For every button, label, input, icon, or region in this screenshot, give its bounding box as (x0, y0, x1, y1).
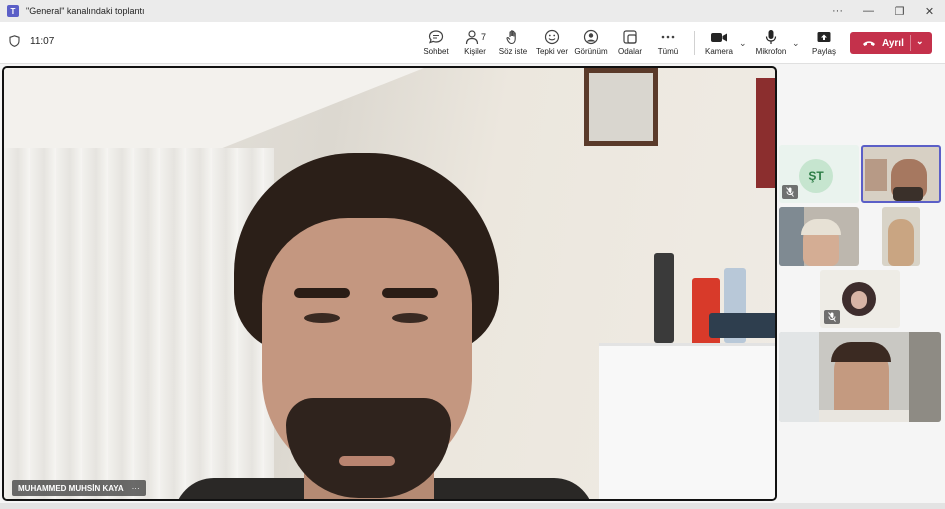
chat-button[interactable]: Sohbet (416, 28, 456, 60)
teams-logo-icon: T (7, 5, 19, 17)
leave-label: Ayrıl (882, 37, 904, 49)
participant-video-background (779, 207, 804, 266)
camera-icon (711, 33, 727, 42)
participant-tile-active[interactable] (861, 145, 941, 203)
participant-video-background (865, 159, 887, 191)
participant-tile[interactable] (882, 207, 920, 266)
share-button[interactable]: Paylaş (804, 28, 844, 60)
speaker-brow (382, 288, 438, 298)
more-actions-button[interactable]: Tümü (648, 28, 688, 60)
hand-icon (506, 30, 516, 45)
speaker-name-tag[interactable]: MUHAMMED MUHSİN KAYA ··· (12, 480, 146, 496)
speaker-eye (304, 313, 340, 323)
participant-video-background (779, 332, 819, 422)
window-maximize-button[interactable]: ❐ (884, 0, 915, 22)
mic-off-icon (824, 310, 840, 324)
participant-video-hair (831, 342, 891, 362)
video-background-curtain (4, 148, 274, 499)
raise-hand-button[interactable]: Söz iste (493, 28, 533, 60)
mic-options-chevron-icon[interactable]: ⌄ (792, 38, 800, 49)
participant-video-background (909, 332, 941, 422)
video-background-bottle (654, 253, 674, 343)
leave-divider (910, 35, 911, 51)
video-background-frame (584, 68, 658, 146)
window-minimize-button[interactable]: — (853, 0, 884, 22)
timer-text: 11:07 (30, 35, 55, 47)
chat-icon (428, 30, 444, 44)
participant-avatar: ŞT (799, 159, 833, 193)
view-button[interactable]: Görünüm (571, 28, 611, 60)
speaker-brow (294, 288, 350, 298)
participant-video-person (888, 219, 914, 266)
meeting-toolbar: 11:07 Sohbet 7 Kişiler Söz iste Tepki ve… (0, 22, 945, 64)
rooms-button[interactable]: Odalar (610, 28, 650, 60)
leave-options-chevron-icon[interactable]: ⌄ (916, 36, 924, 47)
participant-tile[interactable] (779, 207, 859, 266)
speaker-more-icon[interactable]: ··· (132, 484, 140, 493)
people-button[interactable]: 7 Kişiler (455, 28, 495, 60)
mic-icon (765, 30, 777, 44)
shield-icon (9, 35, 20, 47)
hang-up-icon (863, 41, 875, 46)
window-titlebar: T "General" kanalındaki toplantı (0, 0, 945, 22)
share-icon (817, 32, 831, 42)
camera-options-chevron-icon[interactable]: ⌄ (739, 38, 747, 49)
main-speaker-video[interactable]: MUHAMMED MUHSİN KAYA ··· (2, 66, 777, 501)
video-background-basket (709, 313, 775, 338)
chat-label: Sohbet (423, 47, 449, 56)
react-button[interactable]: Tepki ver (532, 28, 572, 60)
leave-button[interactable]: Ayrıl ⌄ (850, 32, 932, 54)
mic-label: Mikrofon (755, 47, 787, 56)
mic-button[interactable]: Mikrofon (751, 28, 791, 60)
view-icon (583, 29, 599, 45)
participant-tile[interactable]: ŞT (779, 145, 859, 203)
share-label: Paylaş (811, 47, 836, 56)
react-label: Tepki ver (535, 47, 568, 56)
participant-tile[interactable] (820, 270, 900, 328)
more-icon (661, 35, 675, 39)
raise-hand-label: Söz iste (498, 47, 528, 56)
mic-off-icon (782, 185, 798, 199)
speaker-name: MUHAMMED MUHSİN KAYA (18, 483, 124, 493)
video-background-object (756, 78, 775, 188)
window-close-button[interactable]: ✕ (914, 0, 945, 22)
camera-label: Kamera (704, 47, 733, 56)
speaker-mouth (339, 456, 395, 466)
rooms-icon (623, 30, 637, 44)
more-actions-label: Tümü (657, 47, 679, 56)
participant-video-hair (801, 219, 841, 235)
participant-video-shirt (819, 410, 909, 422)
toolbar-separator (694, 31, 695, 55)
participant-video-beard (893, 187, 923, 201)
taskbar-strip (0, 503, 945, 509)
view-label: Görünüm (574, 47, 608, 56)
window-more-button[interactable]: ··· (822, 0, 853, 22)
people-icon (465, 30, 479, 45)
rooms-label: Odalar (617, 47, 642, 56)
people-label: Kişiler (464, 47, 486, 56)
window-title: "General" kanalındaki toplantı (26, 6, 145, 16)
video-background-cabinet (599, 343, 775, 499)
meeting-timer: 11:07 (9, 35, 54, 47)
smile-icon (544, 29, 560, 45)
participant-tile[interactable] (779, 332, 941, 422)
people-count: 7 (480, 32, 486, 42)
speaker-eye (392, 313, 428, 323)
camera-button[interactable]: Kamera (699, 28, 739, 60)
participant-avatar (842, 282, 876, 316)
